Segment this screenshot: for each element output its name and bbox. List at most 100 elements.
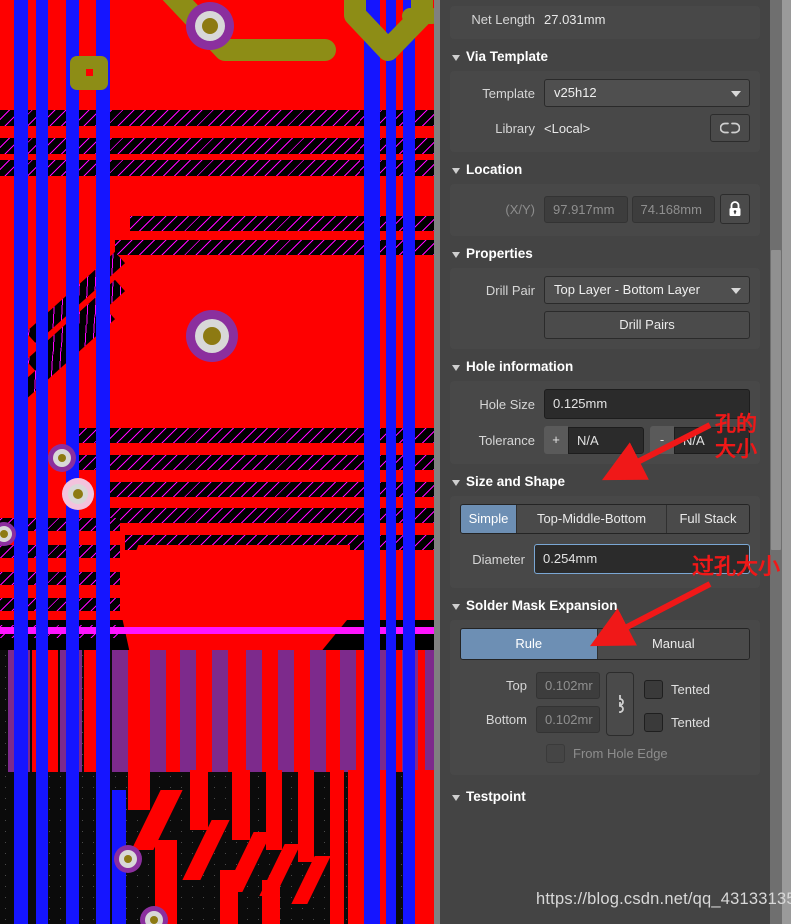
collapse-triangle-icon[interactable] [452,603,460,610]
pcb-via[interactable] [48,444,76,472]
pcb-trace [266,770,282,850]
drill-pairs-button[interactable]: Drill Pairs [544,311,750,339]
section-header-testpoint[interactable]: Testpoint [440,775,770,811]
section-header-properties[interactable]: Properties [440,236,770,268]
drill-pair-dropdown[interactable]: Top Layer - Bottom Layer [544,276,750,304]
hole-size-label: Hole Size [479,396,535,412]
collapse-triangle-icon[interactable] [452,54,460,61]
drill-pair-label: Drill Pair [485,282,535,298]
template-dropdown[interactable]: v25h12 [544,79,750,107]
section-title: Via Template [466,49,549,64]
pcb-trace [190,770,208,830]
tab-full-stack[interactable]: Full Stack [667,505,749,533]
bottom-label: Bottom [485,712,527,727]
template-label: Template [482,85,535,101]
pcb-trace [196,650,212,772]
section-header-solder-mask-expansion[interactable]: Solder Mask Expansion [440,588,770,620]
pcb-trace [228,650,246,772]
collapse-triangle-icon[interactable] [452,479,460,486]
section-header-hole-information[interactable]: Hole information [440,349,770,381]
library-label: Library [495,120,535,136]
pcb-hatch-band [70,428,440,443]
pcb-hatch-band [0,110,362,126]
pcb-trace [294,650,310,772]
chevron-down-icon[interactable] [731,91,741,97]
pcb-hatch-band [0,138,362,154]
section-title: Hole information [466,359,574,374]
watermark-text: https://blog.csdn.net/qq_43133135 [536,890,791,908]
tolerance-minus-sign: - [650,426,674,454]
size-shape-tabs: Simple Top-Middle-Bottom Full Stack [460,504,750,534]
window-right-gutter [782,0,791,924]
section-title: Properties [466,246,533,261]
chevron-down-icon[interactable] [731,288,741,294]
section-header-via-template[interactable]: Via Template [440,39,770,71]
section-header-location[interactable]: Location [440,152,770,184]
collapse-triangle-icon[interactable] [452,364,460,371]
pcb-silkscreen-pad-hole [86,69,93,76]
pcb-silkscreen-graphics [162,0,433,61]
tolerance-plus-sign: + [544,426,568,454]
tolerance-label: Tolerance [478,432,535,448]
tolerance-plus-input[interactable]: N/A [568,426,644,454]
solder-mask-tabs: Rule Manual [460,628,750,660]
pcb-via[interactable] [114,845,142,873]
pcb-trace [326,650,340,772]
net-length-row: Net Length 27.031mm [460,12,750,27]
panel-scrollbar-thumb[interactable] [771,250,781,550]
top-expansion-input[interactable]: 0.102mr [536,672,600,699]
top-label: Top [506,678,527,693]
tab-top-middle-bottom[interactable]: Top-Middle-Bottom [517,505,667,533]
tented-bottom-label: Tented [671,714,711,730]
collapse-triangle-icon[interactable] [452,167,460,174]
template-value: v25h12 [554,85,597,100]
section-title: Location [466,162,523,177]
tented-top-label: Tented [671,681,711,697]
properties-card: Drill Pair Top Layer - Bottom Layer Dril… [450,268,760,349]
pcb-trace [128,770,150,810]
location-row: (X/Y) 97.917mm 74.168mm [460,194,750,224]
tolerance-minus-input[interactable]: N/A [674,426,750,454]
tented-top-checkbox[interactable] [644,679,663,699]
pcb-bottom-trace [364,0,380,924]
top-expansion-row: Top 0.102mr [460,672,600,699]
link-top-bottom-button[interactable] [606,672,634,736]
pcb-trace [262,650,278,772]
location-x-input[interactable]: 97.917mm [544,195,628,223]
diameter-input[interactable]: 0.254mm [534,544,750,574]
hole-size-input[interactable]: 0.125mm [544,389,750,419]
pcb-bottom-trace [14,0,28,924]
pcb-trace [128,650,150,772]
collapse-triangle-icon[interactable] [452,794,460,801]
section-title: Testpoint [466,789,526,804]
section-header-size-and-shape[interactable]: Size and Shape [440,464,770,496]
bottom-expansion-input[interactable]: 0.102mr [536,706,600,733]
from-hole-edge-checkbox[interactable] [546,744,565,763]
lock-icon [729,201,741,216]
location-y-input[interactable]: 74.168mm [631,195,715,223]
tab-simple[interactable]: Simple [461,505,517,533]
lock-button[interactable] [720,194,750,224]
pcb-via[interactable] [62,478,94,510]
pcb-canvas[interactable] [0,0,440,924]
xy-label: (X/Y) [505,201,535,217]
tab-manual[interactable]: Manual [597,629,749,659]
properties-panel: Net Length 27.031mm Via Template Templat… [440,0,770,924]
drill-pair-row: Drill Pair Top Layer - Bottom Layer [460,276,750,304]
pcb-copper-pour [120,545,350,650]
broken-link-button[interactable] [710,114,750,142]
pcb-via[interactable] [186,2,234,50]
from-hole-edge-label: From Hole Edge [573,746,668,761]
pcb-via-selected[interactable] [186,310,238,362]
tented-top-row: Tented [644,672,710,706]
pcb-trace [298,770,314,862]
collapse-triangle-icon[interactable] [452,251,460,258]
section-title: Size and Shape [466,474,566,489]
tented-bottom-checkbox[interactable] [644,712,663,732]
hole-size-row: Hole Size 0.125mm [460,389,750,419]
pcb-trace [232,770,250,840]
tab-rule[interactable]: Rule [461,629,598,659]
pcb-trace [166,650,180,772]
location-card: (X/Y) 97.917mm 74.168mm [450,184,760,236]
diameter-row: Diameter 0.254mm [460,544,750,574]
